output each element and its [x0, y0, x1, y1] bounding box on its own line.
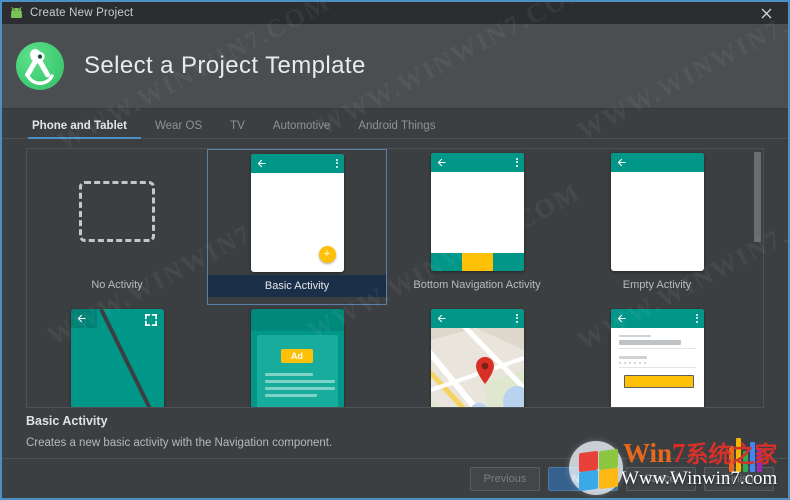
- app-bar: [70, 308, 97, 328]
- template-label: No Activity: [91, 279, 143, 291]
- template-card-no-activity[interactable]: No Activity: [27, 149, 207, 305]
- previous-button[interactable]: Previous: [470, 466, 540, 491]
- template-card-bottom-navigation-activity[interactable]: Bottom Navigation Activity: [387, 149, 567, 305]
- arrow-back-icon: [77, 314, 86, 322]
- overflow-menu-icon: [695, 313, 698, 323]
- bottom-navigation-bar: [430, 252, 524, 271]
- template-label: Bottom Navigation Activity: [413, 279, 541, 291]
- phone-mock-empty: [610, 152, 704, 271]
- template-label: Basic Activity: [208, 275, 386, 297]
- app-bar: [610, 152, 704, 172]
- login-form-preview: [611, 328, 704, 388]
- arrow-back-icon: [437, 314, 446, 322]
- template-card-empty-activity[interactable]: Empty Activity: [567, 149, 747, 305]
- template-card-basic-activity[interactable]: + Basic Activity: [207, 149, 387, 305]
- template-card-maps-activity[interactable]: [387, 305, 567, 407]
- dialog-footer: Previous Next Cancel Finish: [2, 458, 788, 498]
- tab-android-things[interactable]: Android Things: [344, 120, 449, 138]
- scrollbar-thumb[interactable]: [754, 152, 761, 242]
- phone-mock-maps: [430, 308, 524, 407]
- dialog-header: Select a Project Template: [2, 24, 788, 109]
- template-thumbnail: [567, 305, 747, 407]
- template-thumbnail: [387, 305, 567, 407]
- title-bar: Create New Project: [2, 2, 788, 24]
- template-card-login-activity[interactable]: [567, 305, 747, 407]
- template-thumbnail: [27, 149, 207, 274]
- android-robot-icon: [10, 6, 23, 18]
- arrow-back-icon: [437, 158, 446, 166]
- template-thumbnail: Ad: [207, 305, 387, 407]
- overflow-menu-icon: [335, 158, 338, 168]
- phone-mock-bottom-nav: [430, 152, 524, 271]
- app-bar: [430, 308, 524, 328]
- app-bar: [430, 152, 524, 172]
- description-title: Basic Activity: [26, 414, 108, 428]
- login-button-preview: [623, 375, 694, 388]
- phone-mock-basic: +: [250, 153, 344, 272]
- map-preview: [430, 327, 524, 407]
- tab-wear-os[interactable]: Wear OS: [141, 120, 216, 138]
- template-description: Basic Activity Creates a new basic activ…: [26, 414, 766, 449]
- app-bar: [610, 308, 704, 328]
- tab-tv[interactable]: TV: [216, 120, 259, 138]
- phone-mock-login: [610, 308, 704, 407]
- arrow-back-icon: [617, 158, 626, 166]
- template-card-fullscreen-activity[interactable]: [27, 305, 207, 407]
- phone-mock-ads: Ad: [250, 308, 344, 407]
- tab-phone-and-tablet[interactable]: Phone and Tablet: [28, 120, 141, 139]
- template-label: Empty Activity: [622, 279, 692, 291]
- arrow-back-icon: [617, 314, 626, 322]
- android-studio-logo: [16, 42, 64, 90]
- cancel-button[interactable]: Cancel: [626, 466, 696, 491]
- arrow-back-icon: [257, 159, 266, 167]
- overflow-menu-icon: [515, 313, 518, 323]
- app-bar: [250, 153, 344, 173]
- template-list-scrollbar[interactable]: [753, 150, 762, 406]
- finish-button[interactable]: Finish: [704, 466, 774, 491]
- page-title: Select a Project Template: [84, 52, 366, 79]
- ad-badge: Ad: [281, 348, 313, 363]
- overflow-menu-icon: [515, 157, 518, 167]
- next-button[interactable]: Next: [548, 466, 618, 491]
- create-new-project-dialog: Create New Project Select a Project Temp…: [0, 0, 790, 500]
- template-thumbnail: [387, 149, 567, 274]
- template-thumbnail: [567, 149, 747, 274]
- template-list: No Activity + Basic Activity Bottom Navi…: [26, 148, 764, 408]
- phone-mock-fullscreen: [70, 308, 164, 407]
- floating-action-button-icon: +: [318, 245, 336, 263]
- description-text: Creates a new basic activity with the Na…: [26, 437, 333, 449]
- fullscreen-expand-icon: [144, 313, 157, 326]
- close-icon[interactable]: [744, 2, 788, 24]
- template-thumbnail: [27, 305, 207, 407]
- window-title: Create New Project: [30, 7, 134, 19]
- template-card-ads-activity[interactable]: Ad: [207, 305, 387, 407]
- template-thumbnail: +: [208, 150, 386, 275]
- category-tabs: Phone and Tablet Wear OS TV Automotive A…: [2, 109, 788, 139]
- tab-automotive[interactable]: Automotive: [259, 120, 345, 138]
- dashed-rectangle-icon: [79, 181, 155, 242]
